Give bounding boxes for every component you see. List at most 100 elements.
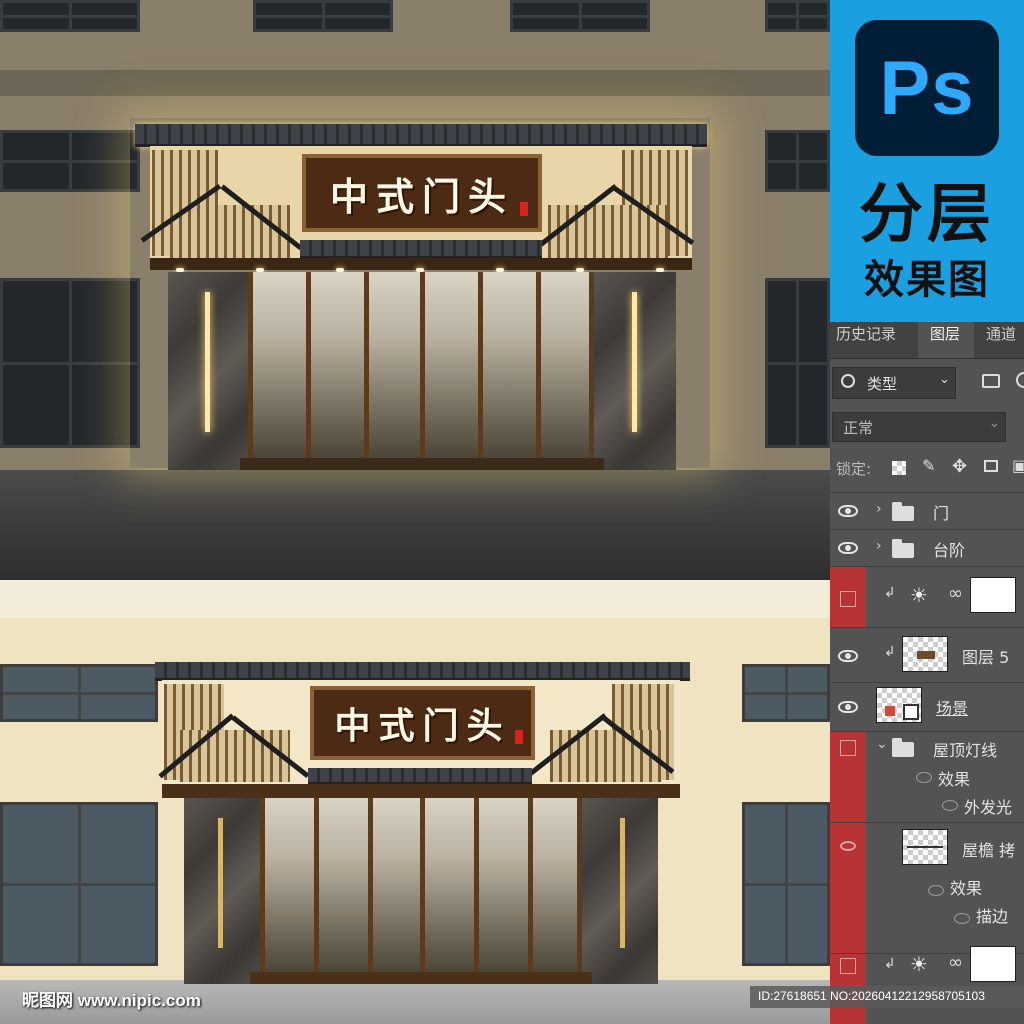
light-strip — [205, 292, 210, 432]
layer-name: 门 — [933, 504, 950, 523]
red-seal — [520, 202, 528, 216]
eye-icon[interactable] — [840, 841, 856, 851]
layer-row[interactable]: › 台阶 — [830, 530, 1024, 566]
lock-icon[interactable]: ▣ — [1012, 456, 1024, 475]
glass-facade — [260, 798, 582, 974]
layer-name: 屋顶灯线 — [933, 741, 998, 760]
filter-label: 类型 — [867, 375, 898, 393]
layer-row[interactable]: ↲ ☀ ∞ — [830, 567, 1024, 627]
ceiling — [0, 580, 830, 618]
crop-icon[interactable] — [984, 460, 998, 472]
shop-sign: 中式门头 — [302, 154, 542, 232]
eye-icon[interactable] — [942, 800, 958, 811]
gable-lattice-left — [170, 205, 290, 259]
brightness-icon: ☀ — [910, 952, 928, 976]
eave-tiles — [308, 768, 532, 785]
layer-row[interactable]: 场景 — [830, 683, 1024, 731]
layer-row[interactable]: 屋檐 拷 效果 描边 — [830, 823, 1024, 953]
photoshop-layers-panel: Ps 分层 效果图 历史记录 图层 通道 类型 ⌄ 正常 ⌄ 锁定: ✎ ✥ ▣… — [830, 0, 1024, 1024]
chevron-down-icon: ⌄ — [989, 416, 1000, 431]
eye-icon[interactable] — [916, 772, 932, 783]
layer-thumbnail — [876, 687, 922, 723]
eye-icon[interactable] — [838, 701, 858, 713]
shop-sign: 中式门头 — [310, 686, 535, 760]
eye-icon[interactable] — [928, 885, 944, 896]
window — [0, 278, 140, 448]
layer-name: 场景 — [936, 699, 969, 718]
lock-transparent-icon[interactable] — [892, 461, 906, 475]
image-filter-icon[interactable] — [982, 374, 1000, 388]
roof-tiles — [155, 662, 690, 681]
shop-sign-text: 中式门头 — [334, 705, 511, 747]
layer-thumbnail — [902, 829, 948, 865]
photoshop-logo-icon: Ps — [855, 20, 999, 156]
promo-banner: Ps 分层 效果图 — [830, 0, 1024, 322]
mask-thumbnail — [970, 577, 1016, 613]
roof-tiles — [135, 124, 707, 147]
chevron-right-icon[interactable]: › — [876, 538, 882, 554]
clip-arrow-icon: ↲ — [884, 585, 896, 601]
folder-icon — [892, 738, 914, 757]
promo-subtitle: 效果图 — [864, 257, 990, 303]
link-icon: ∞ — [948, 583, 963, 604]
chevron-down-icon[interactable]: ⌄ — [876, 736, 888, 752]
glass-facade — [248, 272, 594, 460]
red-seal — [515, 730, 523, 744]
window — [0, 0, 140, 32]
effect-name: 描边 — [976, 907, 1009, 926]
tab-history[interactable]: 历史记录 — [836, 322, 912, 358]
blend-mode-label: 正常 — [843, 419, 874, 437]
adjustment-filter-icon[interactable] — [1016, 372, 1024, 388]
shop-sign-text: 中式门头 — [329, 173, 514, 219]
layer-name: 图层 5 — [962, 648, 1010, 667]
folder-icon — [892, 539, 914, 558]
lock-label: 锁定: — [836, 460, 872, 478]
eye-icon[interactable] — [954, 913, 970, 924]
effects-label: 效果 — [950, 879, 983, 898]
night-render: 中式门头 — [0, 0, 830, 580]
site-watermark: 昵图网 www.nipic.com — [22, 991, 201, 1010]
chevron-right-icon[interactable]: › — [876, 501, 882, 517]
eye-icon[interactable] — [838, 505, 858, 517]
move-icon[interactable]: ✥ — [952, 456, 967, 477]
eye-icon[interactable] — [838, 650, 858, 662]
visibility-toggle-icon[interactable] — [840, 591, 856, 607]
smart-object-icon — [903, 704, 919, 720]
layer-row[interactable]: › 门 — [830, 493, 1024, 529]
window — [0, 130, 140, 192]
door-step — [240, 458, 604, 470]
layer-filter-select[interactable]: 类型 ⌄ — [832, 367, 956, 399]
blend-mode-select[interactable]: 正常 ⌄ — [832, 412, 1006, 442]
door-step — [250, 972, 592, 984]
window — [510, 0, 650, 32]
logo-text: Ps — [879, 45, 975, 131]
floor-band — [0, 70, 830, 96]
beam — [162, 784, 680, 798]
promo-title: 分层 — [859, 178, 995, 252]
brush-icon[interactable]: ✎ — [922, 456, 935, 475]
gable-lattice-left — [180, 730, 290, 782]
day-render: 中式门头 昵图网 www.nipic.com — [0, 580, 830, 1024]
id-watermark-bar: ID:27618651 NO:20260412212958705103 — [750, 986, 1024, 1008]
id-watermark: ID:27618651 NO:20260412212958705103 — [758, 989, 985, 1003]
street — [0, 470, 830, 580]
layer-name: 台阶 — [933, 541, 966, 560]
eye-icon[interactable] — [838, 542, 858, 554]
visibility-toggle-icon[interactable] — [840, 740, 856, 756]
clip-arrow-icon: ↲ — [884, 644, 896, 660]
tab-layers[interactable]: 图层 — [918, 322, 974, 358]
brightness-icon: ☀ — [910, 583, 928, 607]
light-strip — [632, 292, 637, 432]
light-strip — [620, 818, 625, 948]
visibility-toggle-icon[interactable] — [840, 958, 856, 974]
window — [742, 802, 830, 966]
layer-row[interactable]: ↲ 图层 5 — [830, 628, 1024, 682]
window — [742, 664, 830, 722]
search-icon — [841, 374, 855, 388]
eave-tiles — [300, 240, 542, 259]
window — [0, 664, 158, 722]
folder-icon — [892, 502, 914, 521]
window — [765, 0, 830, 32]
tab-channels[interactable]: 通道 — [986, 322, 1024, 358]
layer-group[interactable]: ⌄ 屋顶灯线 效果 外发光 — [830, 732, 1024, 822]
